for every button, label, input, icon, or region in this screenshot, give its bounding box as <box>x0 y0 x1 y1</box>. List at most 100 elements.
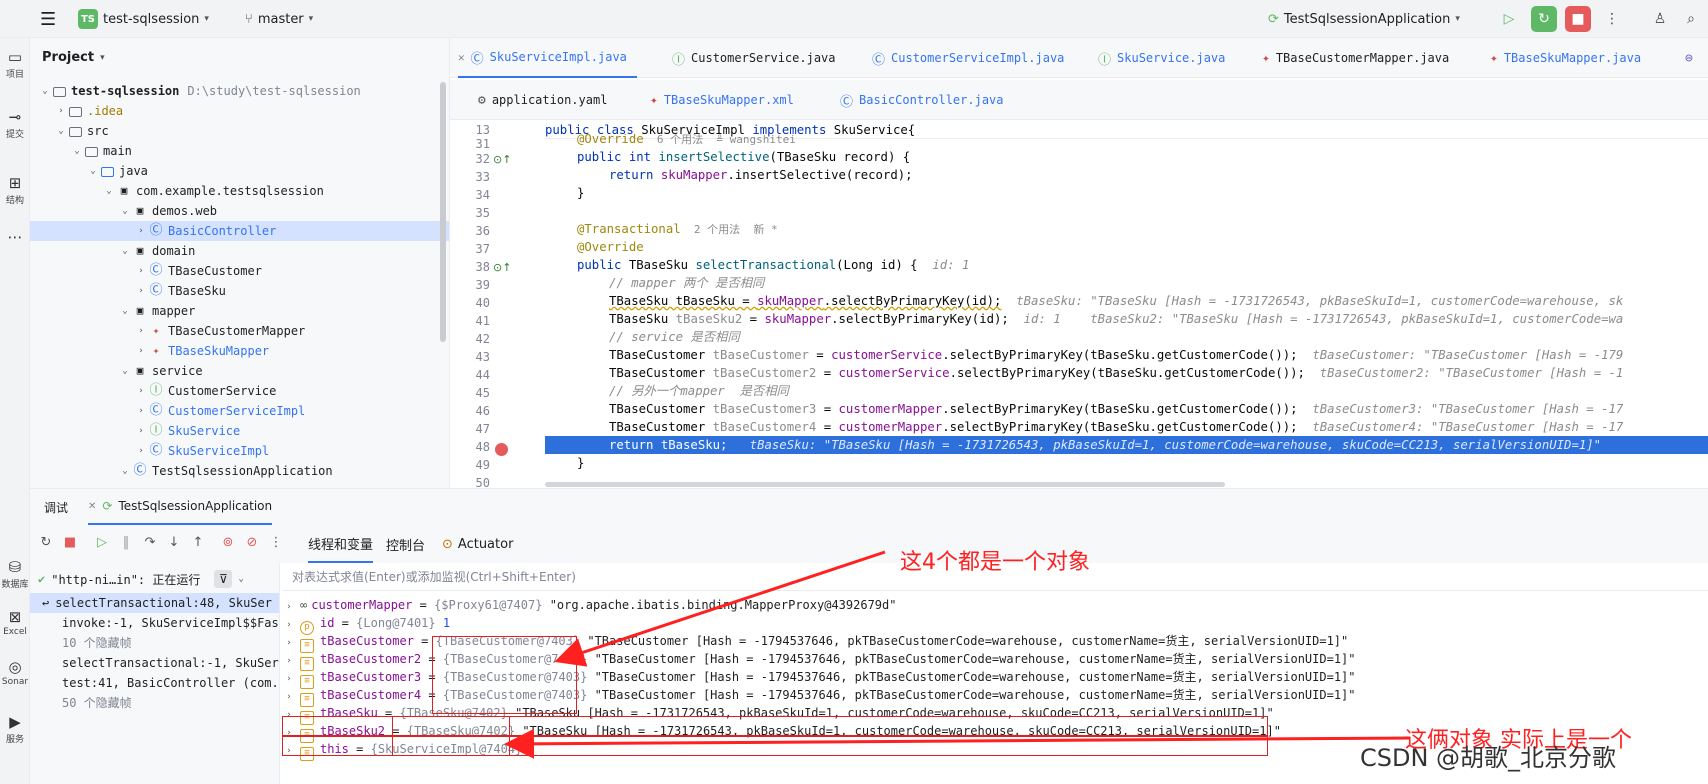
run-config-selector[interactable]: ⟳ TestSqlsessionApplication ▾ <box>1268 0 1460 38</box>
tab-tbaseskumapper[interactable]: ✦ TBaseSkuMapper.java <box>1490 38 1641 78</box>
tree-item[interactable]: › Ⓘ SkuService <box>30 421 449 441</box>
tree-item[interactable]: ⌄ test-sqlsession D:\study\test-sqlsessio… <box>30 81 449 101</box>
tree-item[interactable]: ⌄ ▣ service <box>30 361 449 381</box>
database-tool-button[interactable]: ⛁ 数据库 <box>0 558 30 590</box>
hidden-frames[interactable]: 10 个隐藏帧 <box>30 633 279 653</box>
editor-gutter[interactable]: 13 31 32 33 34 35 36 37 38 39 40 41 42 4… <box>450 120 545 490</box>
user-icon: ♙ <box>1653 11 1667 27</box>
more-vertical-icon[interactable]: ⋮ <box>266 533 286 553</box>
tree-item[interactable]: › Ⓒ SkuServiceImpl <box>30 441 449 461</box>
branch-switcher[interactable]: ⑂ master ▾ <box>245 0 313 38</box>
sonar-icon: ◎ <box>8 658 22 676</box>
class-icon: Ⓒ <box>149 263 163 278</box>
tree-item[interactable]: ⌄ ▣ demos.web <box>30 201 449 221</box>
hidden-frames[interactable]: 50 个隐藏帧 <box>30 693 279 713</box>
code-editor[interactable]: public class SkuServiceImpl implements S… <box>545 120 1708 488</box>
chevron-down-icon: ⌄ <box>74 146 80 156</box>
subtab-console[interactable]: 控制台 <box>386 525 425 563</box>
tree-item-selected[interactable]: › Ⓒ BasicController <box>30 221 449 241</box>
frame-item[interactable]: invoke:-1, SkuServiceImpl$$Fas <box>30 613 279 633</box>
tree-item[interactable]: › Ⓒ CustomerServiceImpl <box>30 401 449 421</box>
tab-customerservice[interactable]: Ⓘ CustomerService.java <box>672 38 836 78</box>
rerun-icon[interactable]: ↻ <box>36 533 56 553</box>
code-line-36: @Transactional 2 个用法 新 * <box>577 222 778 236</box>
tree-item[interactable]: ⌄ Ⓒ TestSqlsessionApplication <box>30 461 449 481</box>
spring-icon: ⟳ <box>1268 11 1279 27</box>
excel-tool-button[interactable]: ⊠ Excel <box>0 608 30 637</box>
run-button[interactable]: ▷ <box>1496 6 1522 32</box>
tab-overflow[interactable]: ⊜ <box>1685 38 1693 78</box>
frame-item[interactable]: test:41, BasicController (com. <box>30 673 279 693</box>
tab-debug-session[interactable]: ✕ ⟳ TestSqlsessionApplication <box>88 489 273 525</box>
tree-item[interactable]: ⌄ java <box>30 161 449 181</box>
overflow-icon: ⊜ <box>1685 50 1693 66</box>
tree-item[interactable]: › .idea <box>30 101 449 121</box>
thread-selector[interactable]: ✔ "http-ni…in": 正在运行 ⊽ ⌄ <box>38 567 244 591</box>
breakpoint-icon[interactable] <box>495 443 508 456</box>
filter-icon[interactable]: ⊽ <box>214 570 233 588</box>
tree-item[interactable]: › Ⓒ TBaseSku <box>30 281 449 301</box>
close-icon[interactable]: ✕ <box>458 51 465 64</box>
return-icon: ↩ <box>42 596 50 610</box>
package-icon: ▣ <box>136 244 144 257</box>
variable-row[interactable]: › p id = {Long@7401} 1 <box>282 613 450 635</box>
stop-button[interactable]: ■ <box>1565 6 1591 32</box>
tree-item[interactable]: › Ⓘ CustomerService <box>30 381 449 401</box>
tree-item[interactable]: ⌄ src <box>30 121 449 141</box>
view-breakpoints-icon[interactable]: ⊚ <box>218 533 238 553</box>
tab-application-yaml[interactable]: ⚙ application.yaml <box>478 80 607 120</box>
add-user-button[interactable]: ♙ <box>1647 6 1673 32</box>
more-tools-button[interactable]: ⋯ <box>0 228 30 247</box>
variable-row[interactable]: › ∞ customerMapper = {$Proxy61@7407} "org.… <box>282 595 896 615</box>
project-panel-header[interactable]: Project ▾ <box>42 50 105 65</box>
implements-icon[interactable]: ⊙↑ <box>493 261 511 274</box>
chevron-down-icon[interactable]: ⌄ <box>238 574 243 584</box>
step-over-icon[interactable]: ↷ <box>140 533 160 553</box>
stop-icon[interactable]: ■ <box>60 533 80 553</box>
interface-icon: Ⓘ <box>672 52 686 68</box>
tab-tbasecustomermapper[interactable]: ✦ TBaseCustomerMapper.java <box>1262 38 1449 78</box>
services-tool-button[interactable]: ▶ 服务 <box>0 713 30 745</box>
chevron-down-icon: ⌄ <box>122 466 128 476</box>
frame-item[interactable]: ↩ selectTransactional:48, SkuSer <box>30 593 279 613</box>
sonar-tool-button[interactable]: ◎ Sonar <box>0 658 30 687</box>
search-everywhere-button[interactable]: ⌕ <box>1678 6 1704 32</box>
tab-debug[interactable]: 调试 <box>44 489 68 525</box>
chevron-down-icon: ⌄ <box>90 166 96 176</box>
rerun-debug-button[interactable]: ↻ <box>1531 6 1557 32</box>
pause-icon[interactable]: ‖ <box>116 533 136 553</box>
commit-tool-button[interactable]: ⊸ 提交 <box>0 108 30 140</box>
tab-skuservice[interactable]: Ⓘ SkuService.java <box>1098 38 1225 78</box>
main-menu-button[interactable]: ☰ <box>40 0 56 38</box>
tree-item[interactable]: › ✦ TBaseSkuMapper <box>30 341 449 361</box>
more-actions-button[interactable]: ⋮ <box>1599 6 1625 32</box>
subtab-actuator[interactable]: ⊙ Actuator <box>442 525 513 563</box>
step-out-icon[interactable]: ↑ <box>188 533 208 553</box>
project-scrollbar[interactable] <box>440 82 446 342</box>
structure-icon: ⊞ <box>8 174 22 192</box>
project-tool-button[interactable]: ▭ 项目 <box>0 48 30 80</box>
editor-hscrollbar[interactable] <box>545 482 1225 487</box>
structure-tool-button[interactable]: ⊞ 结构 <box>0 174 30 206</box>
frame-item[interactable]: selectTransactional:-1, SkuSer <box>30 653 279 673</box>
implements-icon[interactable]: ⊙↑ <box>493 153 511 166</box>
chevron-down-icon: ⌄ <box>122 206 128 216</box>
resume-icon[interactable]: ▷ <box>92 533 112 553</box>
tree-item[interactable]: ⌄ main <box>30 141 449 161</box>
tab-basiccontroller[interactable]: Ⓒ BasicController.java <box>840 80 1004 120</box>
code-line-41: TBaseSku tBaseSku2 = skuMapper.selectByP… <box>609 312 1624 326</box>
mute-breakpoints-icon[interactable]: ⊘ <box>242 533 262 553</box>
tree-item[interactable]: › Ⓒ TBaseCustomer <box>30 261 449 281</box>
tree-item[interactable]: ⌄ ▣ mapper <box>30 301 449 321</box>
tab-customerserviceimpl[interactable]: Ⓒ CustomerServiceImpl.java <box>872 38 1064 78</box>
close-icon[interactable]: ✕ <box>88 501 96 512</box>
step-into-icon[interactable]: ↓ <box>164 533 184 553</box>
tab-tbaseskumapper-xml[interactable]: ✦ TBaseSkuMapper.xml <box>650 80 794 120</box>
tree-item[interactable]: ⌄ ▣ domain <box>30 241 449 261</box>
tree-item[interactable]: ⌄ ▣ com.example.testsqlsession <box>30 181 449 201</box>
frames-panel: ✔ "http-ni…in": 正在运行 ⊽ ⌄ ↩ selectTransact… <box>30 563 280 784</box>
tab-skuserviceimpl[interactable]: ✕ Ⓒ SkuServiceImpl.java <box>458 38 637 78</box>
tree-item[interactable]: › ✦ TBaseCustomerMapper <box>30 321 449 341</box>
project-switcher[interactable]: TS test-sqlsession ▾ <box>78 0 209 38</box>
subtab-threads-variables[interactable]: 线程和变量 <box>308 525 374 563</box>
